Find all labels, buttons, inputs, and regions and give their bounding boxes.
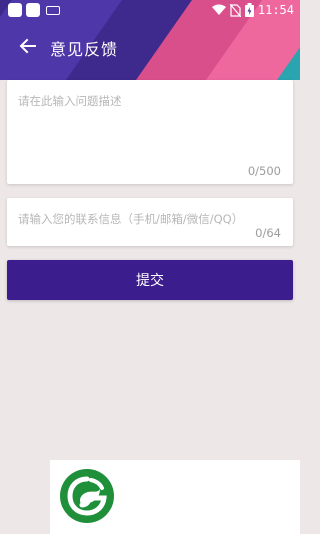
wifi-icon: [211, 4, 226, 15]
app-icon: [26, 3, 40, 17]
keyboard-icon: [46, 6, 60, 15]
description-counter: 0/500: [247, 164, 281, 178]
contact-counter: 0/64: [255, 226, 281, 240]
submit-button[interactable]: 提交: [7, 260, 293, 300]
contact-field[interactable]: 请输入您的联系信息（手机/邮箱/微信/QQ） 0/64: [7, 198, 293, 246]
no-sim-icon: [229, 3, 241, 17]
description-placeholder: 请在此输入问题描述: [18, 94, 122, 108]
battery-icon: [244, 3, 254, 17]
app-bar: 意见反馈: [0, 30, 300, 62]
status-bar: 11:54: [0, 0, 300, 22]
description-field[interactable]: 请在此输入问题描述 0/500: [7, 80, 293, 184]
back-arrow-icon[interactable]: [18, 36, 38, 56]
app-icon: [8, 3, 22, 17]
status-time: 11:54: [257, 3, 294, 17]
contact-placeholder: 请输入您的联系信息（手机/邮箱/微信/QQ）: [18, 212, 244, 226]
submit-label: 提交: [136, 273, 164, 289]
page-title: 意见反馈: [50, 40, 119, 59]
leaf-logo-icon: [60, 469, 114, 523]
